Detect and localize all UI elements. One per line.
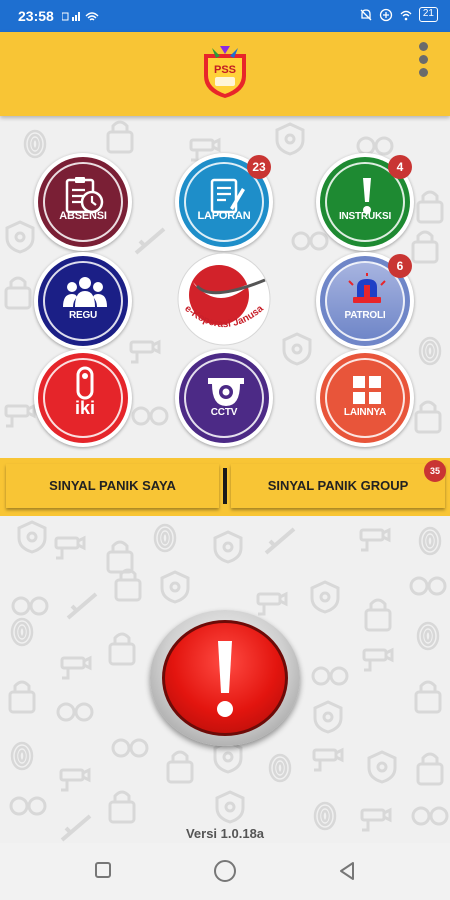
notification-icons	[61, 9, 114, 26]
alert-exclamation-icon	[217, 641, 233, 717]
overflow-menu-icon[interactable]	[416, 42, 430, 82]
menu-badge-laporan: 23	[247, 155, 271, 179]
panic-button-core	[162, 620, 288, 736]
tab-divider	[223, 468, 227, 504]
logo-text: PSS	[214, 64, 236, 76]
pss-logo: PSS	[204, 46, 246, 98]
menu-label-instruksi: INSTRUKSI	[338, 211, 392, 222]
menu-badge-patroli: 6	[388, 254, 412, 278]
menu-label-iki: iki	[75, 398, 95, 416]
group-panic-badge: 35	[424, 460, 446, 482]
back-icon[interactable]	[338, 861, 356, 881]
status-time: 23:58	[18, 8, 54, 24]
menu-label-absensi: ABSENSI	[59, 210, 107, 222]
tab-sinyal-panik-group[interactable]: SINYAL PANIK GROUP	[231, 464, 445, 508]
data-saver-icon	[379, 8, 393, 21]
battery-icon: 21	[418, 7, 438, 22]
app-bar: PSS	[0, 32, 450, 116]
panic-button[interactable]	[150, 610, 300, 746]
menu-item-koperasi[interactable]: e-Koperasi Janusa	[175, 252, 273, 350]
menu-label-patroli: PATROLI	[344, 310, 386, 321]
app-version: Versi 1.0.18a	[185, 826, 265, 841]
menu-item-laporan[interactable]: LAPORAN 23	[175, 153, 273, 251]
iki-icon: iki	[75, 366, 95, 416]
recent-apps-icon[interactable]	[94, 861, 112, 879]
janusa-logo: e-Koperasi Janusa	[177, 252, 271, 346]
signal-wifi-icon	[61, 12, 99, 21]
menu-item-cctv[interactable]: CCTV	[175, 349, 273, 447]
menu-item-patroli[interactable]: PATROLI 6	[316, 252, 414, 350]
menu-item-instruksi[interactable]: INSTRUKSI 4	[316, 153, 414, 251]
menu-label-cctv: CCTV	[210, 407, 238, 418]
menu-item-lainnya[interactable]: LAINNYA	[316, 349, 414, 447]
menu-label-laporan: LAPORAN	[197, 210, 251, 222]
menu-item-iki[interactable]: iki	[34, 349, 132, 447]
status-bar: 23:58 21	[0, 0, 450, 32]
panic-tab-bar: SINYAL PANIK SAYA SINYAL PANIK GROUP 35	[0, 458, 450, 516]
system-nav-bar	[0, 843, 450, 900]
tab-sinyal-panik-saya[interactable]: SINYAL PANIK SAYA	[6, 464, 219, 508]
menu-badge-instruksi: 4	[388, 155, 412, 179]
menu-label-lainnya: LAINNYA	[343, 407, 387, 418]
menu-item-absensi[interactable]: ABSENSI	[34, 153, 132, 251]
home-icon[interactable]	[213, 859, 237, 883]
status-icons-right: 21	[359, 7, 438, 22]
menu-label-regu: REGU	[68, 310, 98, 321]
vowifi-icon	[400, 10, 412, 20]
mute-icon	[360, 8, 372, 20]
menu-item-regu[interactable]: REGU	[34, 252, 132, 350]
